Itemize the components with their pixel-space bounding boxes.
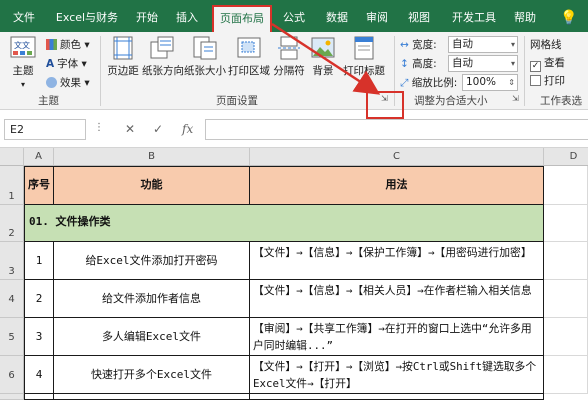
annotation-highlight-box [366, 91, 404, 119]
annotation-arrow [271, 22, 381, 95]
